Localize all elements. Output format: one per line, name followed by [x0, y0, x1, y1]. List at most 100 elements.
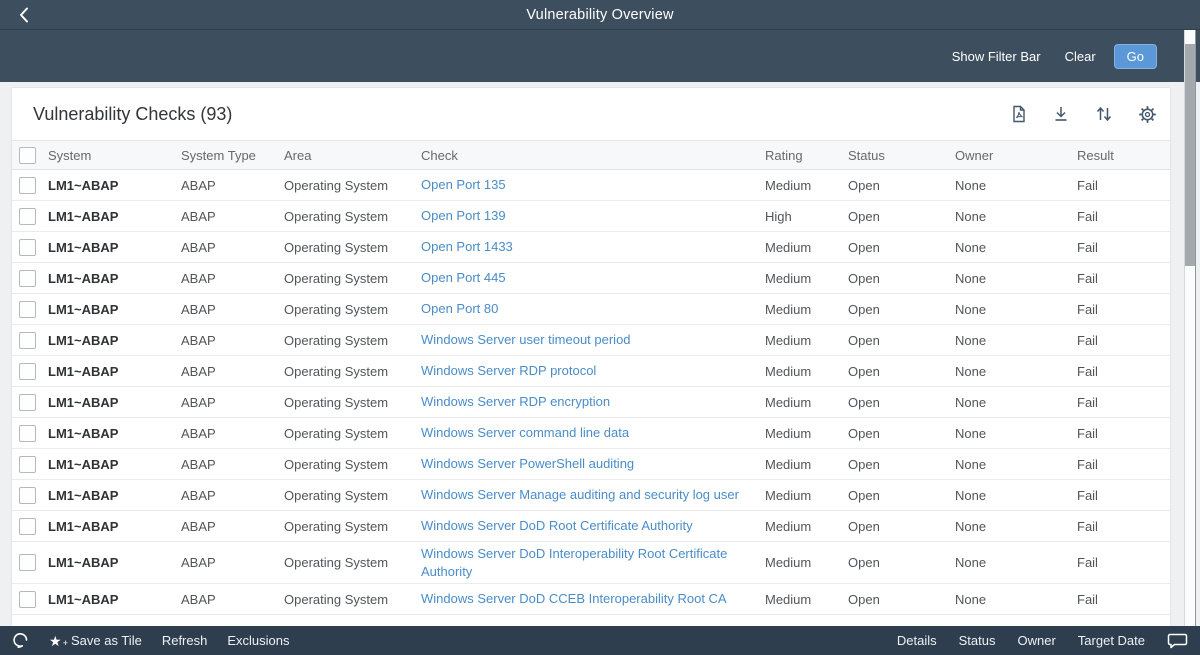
table-row: LM1~ABAPABAPOperating SystemWindows Serv… [12, 511, 1170, 542]
row-checkbox[interactable] [19, 554, 36, 571]
row-checkbox[interactable] [19, 456, 36, 473]
row-checkbox[interactable] [19, 270, 36, 287]
rating-cell: Medium [765, 302, 848, 317]
system-type-cell: ABAP [181, 302, 284, 317]
row-checkbox[interactable] [19, 425, 36, 442]
sort-icon[interactable] [1093, 103, 1115, 125]
check-link[interactable]: Open Port 139 [421, 208, 506, 223]
system-type-cell: ABAP [181, 395, 284, 410]
check-link[interactable]: Windows Server DoD CCEB Interoperability… [421, 591, 727, 606]
column-header-owner: Owner [955, 148, 1077, 163]
row-checkbox[interactable] [19, 394, 36, 411]
owner-cell: None [955, 209, 1077, 224]
check-link[interactable]: Windows Server RDP encryption [421, 394, 610, 409]
result-cell: Fail [1077, 364, 1170, 379]
owner-button[interactable]: Owner [1018, 633, 1056, 648]
row-checkbox-cell [12, 456, 48, 473]
download-icon[interactable] [1050, 103, 1072, 125]
row-checkbox[interactable] [19, 239, 36, 256]
system-type-cell: ABAP [181, 333, 284, 348]
check-link[interactable]: Open Port 445 [421, 270, 506, 285]
settings-gear-icon[interactable] [1136, 103, 1158, 125]
system-type-cell: ABAP [181, 364, 284, 379]
table-row: LM1~ABAPABAPOperating SystemWindows Serv… [12, 387, 1170, 418]
column-header-result: Result [1077, 148, 1170, 163]
check-link[interactable]: Windows Server user timeout period [421, 332, 631, 347]
check-cell: Windows Server RDP encryption [421, 390, 765, 414]
result-cell: Fail [1077, 240, 1170, 255]
vulnerability-checks-panel: Vulnerability Checks (93) [12, 88, 1170, 626]
copilot-icon[interactable] [12, 632, 29, 650]
area-cell: Operating System [284, 426, 421, 441]
owner-cell: None [955, 555, 1077, 570]
area-cell: Operating System [284, 457, 421, 472]
row-checkbox[interactable] [19, 518, 36, 535]
row-checkbox[interactable] [19, 208, 36, 225]
owner-cell: None [955, 592, 1077, 607]
result-cell: Fail [1077, 592, 1170, 607]
owner-cell: None [955, 519, 1077, 534]
system-cell: LM1~ABAP [48, 271, 181, 286]
owner-cell: None [955, 333, 1077, 348]
row-checkbox[interactable] [19, 332, 36, 349]
rating-cell: Medium [765, 426, 848, 441]
check-link[interactable]: Open Port 80 [421, 301, 498, 316]
table-toolbar [1007, 103, 1158, 125]
panel-header: Vulnerability Checks (93) [12, 88, 1170, 140]
result-cell: Fail [1077, 457, 1170, 472]
scrollbar-thumb[interactable] [1185, 44, 1195, 266]
check-cell: Windows Server command line data [421, 421, 765, 445]
system-cell: LM1~ABAP [48, 302, 181, 317]
status-cell: Open [848, 240, 955, 255]
table-row: LM1~ABAPABAPOperating SystemOpen Port 44… [12, 263, 1170, 294]
details-button[interactable]: Details [897, 633, 937, 648]
select-all-checkbox[interactable] [19, 147, 36, 164]
row-checkbox-cell [12, 591, 48, 608]
row-checkbox[interactable] [19, 591, 36, 608]
check-link[interactable]: Windows Server RDP protocol [421, 363, 596, 378]
clear-button[interactable]: Clear [1065, 49, 1096, 64]
check-link[interactable]: Windows Server DoD Interoperability Root… [421, 546, 727, 579]
status-button[interactable]: Status [959, 633, 996, 648]
result-cell: Fail [1077, 519, 1170, 534]
check-link[interactable]: Open Port 1433 [421, 239, 513, 254]
check-link[interactable]: Windows Server Manage auditing and secur… [421, 487, 739, 502]
rating-cell: Medium [765, 333, 848, 348]
system-cell: LM1~ABAP [48, 240, 181, 255]
rating-cell: Medium [765, 240, 848, 255]
result-cell: Fail [1077, 395, 1170, 410]
owner-cell: None [955, 364, 1077, 379]
pdf-export-icon[interactable] [1007, 103, 1029, 125]
column-header-check: Check [421, 148, 765, 163]
area-cell: Operating System [284, 395, 421, 410]
row-checkbox[interactable] [19, 301, 36, 318]
comment-icon[interactable] [1167, 632, 1188, 649]
show-filter-bar-button[interactable]: Show Filter Bar [952, 49, 1041, 64]
table-row: LM1~ABAPABAPOperating SystemOpen Port 13… [12, 170, 1170, 201]
system-cell: LM1~ABAP [48, 457, 181, 472]
check-cell: Windows Server DoD CCEB Interoperability… [421, 587, 765, 611]
save-as-tile-button[interactable]: ★+ Save as Tile [49, 633, 142, 649]
go-button[interactable]: Go [1114, 44, 1157, 69]
row-checkbox[interactable] [19, 177, 36, 194]
rating-cell: Medium [765, 592, 848, 607]
vertical-scrollbar[interactable] [1184, 30, 1196, 626]
table-row: LM1~ABAPABAPOperating SystemWindows Serv… [12, 356, 1170, 387]
row-checkbox[interactable] [19, 363, 36, 380]
check-link[interactable]: Windows Server command line data [421, 425, 629, 440]
check-link[interactable]: Windows Server DoD Root Certificate Auth… [421, 518, 693, 533]
refresh-button[interactable]: Refresh [162, 633, 208, 648]
check-cell: Open Port 1433 [421, 235, 765, 259]
row-checkbox-cell [12, 270, 48, 287]
column-header-rating: Rating [765, 148, 848, 163]
rating-cell: Medium [765, 395, 848, 410]
exclusions-button[interactable]: Exclusions [227, 633, 289, 648]
check-link[interactable]: Open Port 135 [421, 177, 506, 192]
target-date-button[interactable]: Target Date [1078, 633, 1145, 648]
check-link[interactable]: Windows Server PowerShell auditing [421, 456, 634, 471]
table-row: LM1~ABAPABAPOperating SystemWindows Serv… [12, 325, 1170, 356]
row-checkbox[interactable] [19, 487, 36, 504]
rating-cell: High [765, 209, 848, 224]
area-cell: Operating System [284, 333, 421, 348]
owner-cell: None [955, 302, 1077, 317]
